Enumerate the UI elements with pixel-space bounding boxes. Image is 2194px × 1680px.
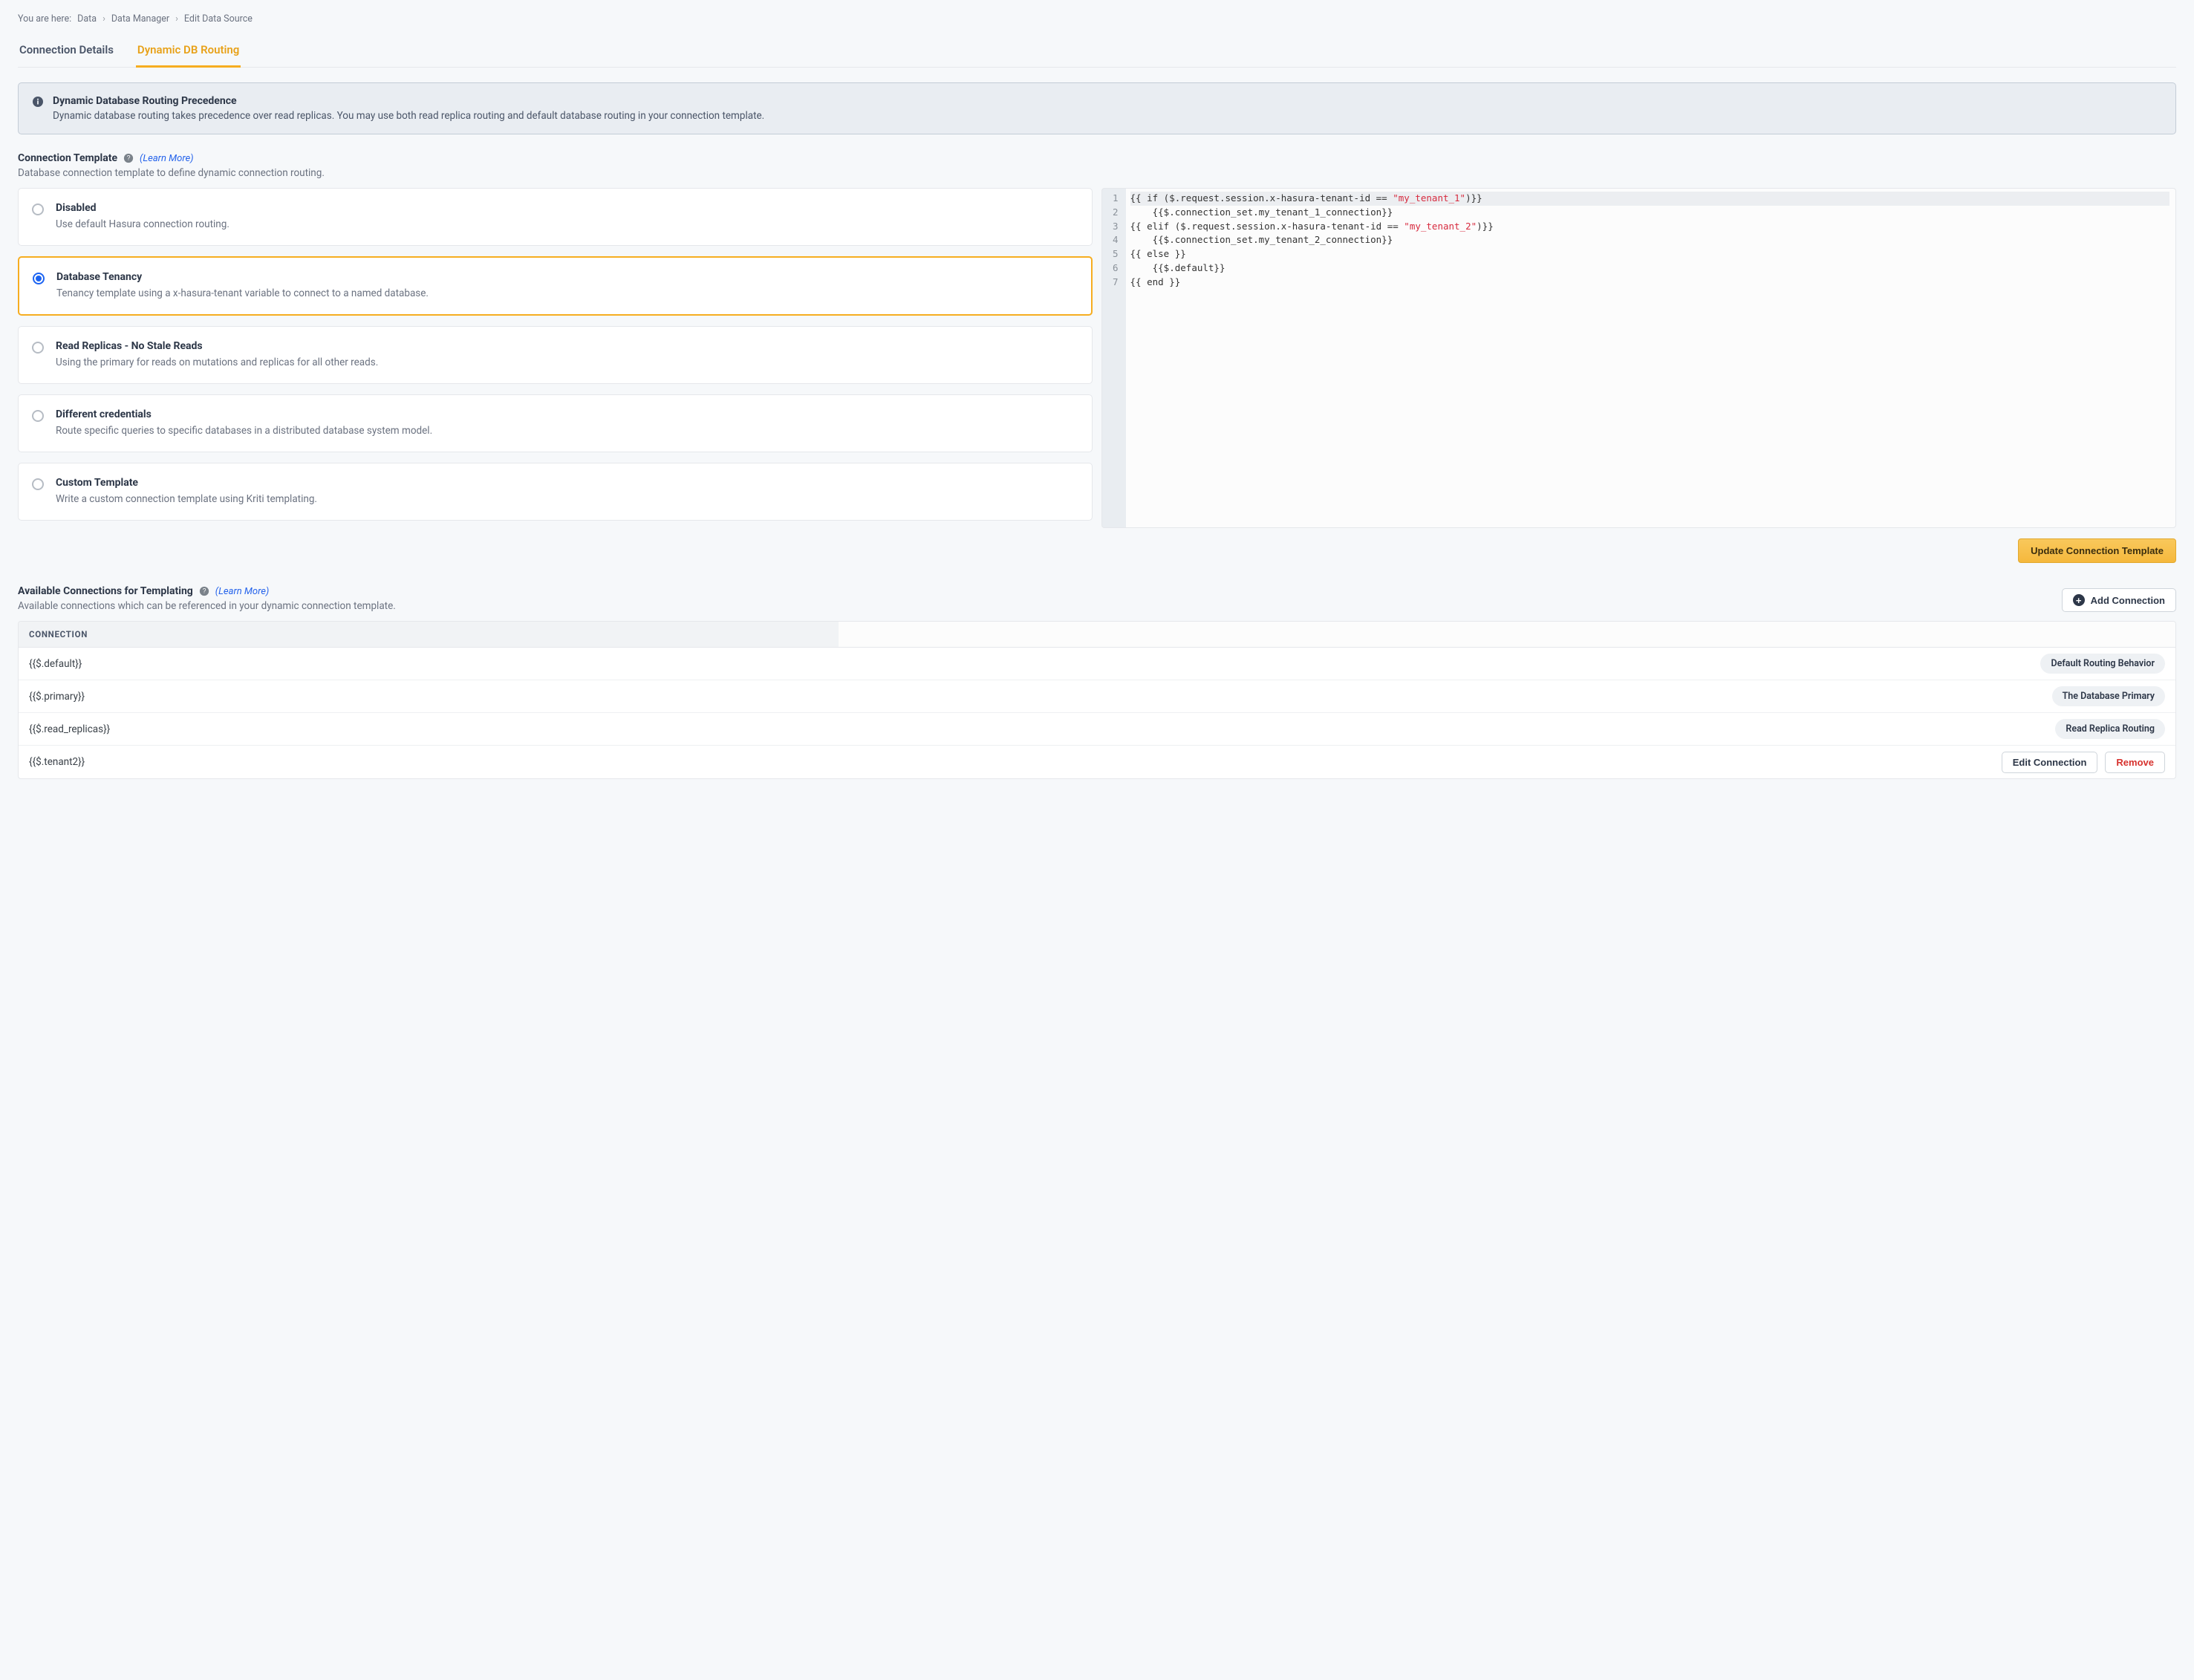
code-line: {{ else }}: [1130, 247, 2169, 261]
line-number: 7: [1113, 276, 1119, 290]
code-line: {{ elif ($.request.session.x-hasura-tena…: [1130, 220, 2169, 234]
column-header-connection: CONNECTION: [19, 622, 839, 648]
template-option-desc: Tenancy template using a x-hasura-tenant…: [56, 287, 429, 299]
info-icon: [32, 96, 44, 108]
line-number: 2: [1113, 206, 1119, 220]
radio-icon[interactable]: [32, 204, 44, 215]
update-connection-template-button[interactable]: Update Connection Template: [2018, 538, 2176, 563]
template-option-card[interactable]: Database Tenancy Tenancy template using a…: [18, 256, 1093, 316]
connection-badge: Default Routing Behavior: [2040, 654, 2165, 674]
template-option-desc: Using the primary for reads on mutations…: [56, 356, 378, 368]
remove-connection-button[interactable]: Remove: [2105, 752, 2165, 773]
template-option-title: Disabled: [56, 202, 230, 214]
section-label-connection-template: Connection Template: [18, 152, 117, 164]
line-number: 1: [1113, 192, 1119, 206]
precedence-callout: Dynamic Database Routing Precedence Dyna…: [18, 82, 2176, 134]
radio-icon[interactable]: [33, 273, 45, 284]
help-icon[interactable]: ?: [199, 586, 209, 596]
line-number: 4: [1113, 233, 1119, 247]
code-line: {{ if ($.request.session.x-hasura-tenant…: [1130, 192, 2169, 206]
code-line: {{$.default}}: [1130, 261, 2169, 276]
template-option-card[interactable]: Different credentials Route specific quer…: [18, 394, 1093, 452]
template-option-title: Custom Template: [56, 477, 317, 489]
radio-icon[interactable]: [32, 342, 44, 354]
template-option-card[interactable]: Read Replicas - No Stale Reads Using the …: [18, 326, 1093, 384]
chevron-right-icon: ›: [102, 13, 105, 25]
breadcrumb-item[interactable]: Data Manager: [111, 13, 169, 25]
breadcrumb-prefix: You are here:: [18, 13, 71, 25]
connection-name: {{$.default}}: [29, 658, 82, 670]
learn-more-link[interactable]: (Learn More): [140, 153, 194, 164]
connection-name: {{$.tenant2}}: [29, 756, 85, 768]
column-header-spacer: [839, 622, 2175, 648]
table-row: {{$.default}} Default Routing Behavior: [19, 648, 2175, 680]
plus-circle-icon: +: [2073, 594, 2085, 606]
table-row: {{$.primary}} The Database Primary: [19, 680, 2175, 713]
add-connection-label: Add Connection: [2091, 595, 2165, 606]
editor-gutter: 1234567: [1102, 189, 1126, 527]
callout-body: Dynamic database routing takes precedenc…: [53, 110, 764, 122]
radio-icon[interactable]: [32, 410, 44, 422]
code-line: {{$.connection_set.my_tenant_2_connectio…: [1130, 233, 2169, 247]
callout-title: Dynamic Database Routing Precedence: [53, 95, 764, 107]
connections-table: CONNECTION {{$.default}} Default Routing …: [18, 621, 2176, 779]
svg-text:?: ?: [202, 587, 206, 595]
code-line: {{ end }}: [1130, 276, 2169, 290]
connection-name: {{$.read_replicas}}: [29, 723, 110, 735]
template-option-title: Different credentials: [56, 408, 432, 420]
editor-code-area[interactable]: {{ if ($.request.session.x-hasura-tenant…: [1126, 189, 2175, 527]
table-row: {{$.tenant2}} Edit Connection Remove: [19, 746, 2175, 778]
edit-connection-button[interactable]: Edit Connection: [2002, 752, 2098, 773]
template-option-desc: Use default Hasura connection routing.: [56, 218, 230, 230]
line-number: 3: [1113, 220, 1119, 234]
section-desc: Database connection template to define d…: [18, 167, 2176, 179]
breadcrumb-item: Edit Data Source: [184, 13, 253, 25]
template-option-desc: Route specific queries to specific datab…: [56, 425, 432, 437]
line-number: 5: [1113, 247, 1119, 261]
line-number: 6: [1113, 261, 1119, 276]
learn-more-link[interactable]: (Learn More): [215, 586, 270, 597]
chevron-right-icon: ›: [175, 13, 178, 25]
template-option-title: Read Replicas - No Stale Reads: [56, 340, 378, 352]
code-editor[interactable]: 1234567 {{ if ($.request.session.x-hasur…: [1101, 188, 2176, 528]
connection-badge: Read Replica Routing: [2055, 719, 2165, 739]
tab-dynamic-db-routing[interactable]: Dynamic DB Routing: [136, 36, 241, 68]
template-option-title: Database Tenancy: [56, 271, 429, 283]
section-desc: Available connections which can be refer…: [18, 600, 396, 612]
table-row: {{$.read_replicas}} Read Replica Routing: [19, 713, 2175, 746]
add-connection-button[interactable]: + Add Connection: [2062, 588, 2176, 612]
tabs-bar: Connection Details Dynamic DB Routing: [18, 35, 2176, 68]
template-option-card[interactable]: Disabled Use default Hasura connection ro…: [18, 188, 1093, 246]
svg-text:?: ?: [127, 154, 131, 162]
tab-connection-details[interactable]: Connection Details: [18, 36, 115, 68]
breadcrumb: You are here: Data › Data Manager › Edit…: [18, 13, 2176, 25]
radio-icon[interactable]: [32, 478, 44, 490]
code-line: {{$.connection_set.my_tenant_1_connectio…: [1130, 206, 2169, 220]
template-option-desc: Write a custom connection template using…: [56, 493, 317, 505]
section-label-available-connections: Available Connections for Templating: [18, 585, 193, 597]
connection-badge: The Database Primary: [2052, 686, 2165, 706]
help-icon[interactable]: ?: [123, 153, 134, 163]
breadcrumb-item[interactable]: Data: [77, 13, 97, 25]
template-options: Disabled Use default Hasura connection ro…: [18, 188, 1093, 521]
connection-name: {{$.primary}}: [29, 691, 85, 703]
template-option-card[interactable]: Custom Template Write a custom connection…: [18, 463, 1093, 521]
